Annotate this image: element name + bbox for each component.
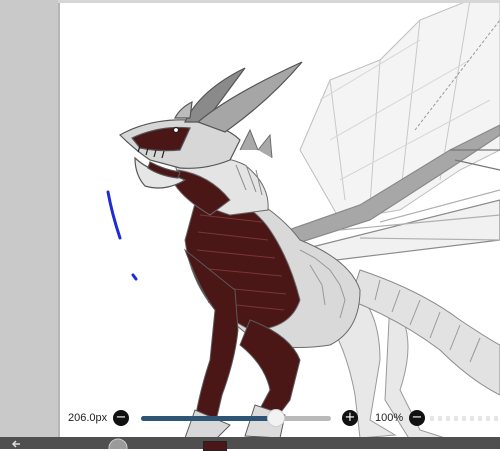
plus-icon: + xyxy=(344,410,356,425)
brush-opacity-label: 100% xyxy=(375,412,404,424)
opacity-decrease-button[interactable]: − xyxy=(409,410,425,426)
brush-size-slider-thumb[interactable] xyxy=(266,409,285,427)
minus-icon: − xyxy=(115,410,127,425)
current-color-swatch-icon[interactable] xyxy=(203,441,227,451)
minus-icon: − xyxy=(411,410,423,425)
color-wheel-icon[interactable] xyxy=(106,438,130,449)
canvas-left-gutter xyxy=(0,0,60,449)
bottom-toolbar xyxy=(0,437,500,451)
blue-brush-strokes xyxy=(106,190,138,281)
opacity-slider[interactable] xyxy=(430,416,500,421)
brush-size-increase-button[interactable]: + xyxy=(342,410,358,426)
brush-size-slider-fill xyxy=(141,416,276,421)
back-arrow-icon[interactable] xyxy=(10,439,24,449)
drawing-canvas[interactable] xyxy=(60,3,500,449)
brush-size-slider[interactable] xyxy=(141,409,331,427)
brush-size-decrease-button[interactable]: − xyxy=(113,410,129,426)
brush-size-label: 206.0px xyxy=(68,412,108,424)
